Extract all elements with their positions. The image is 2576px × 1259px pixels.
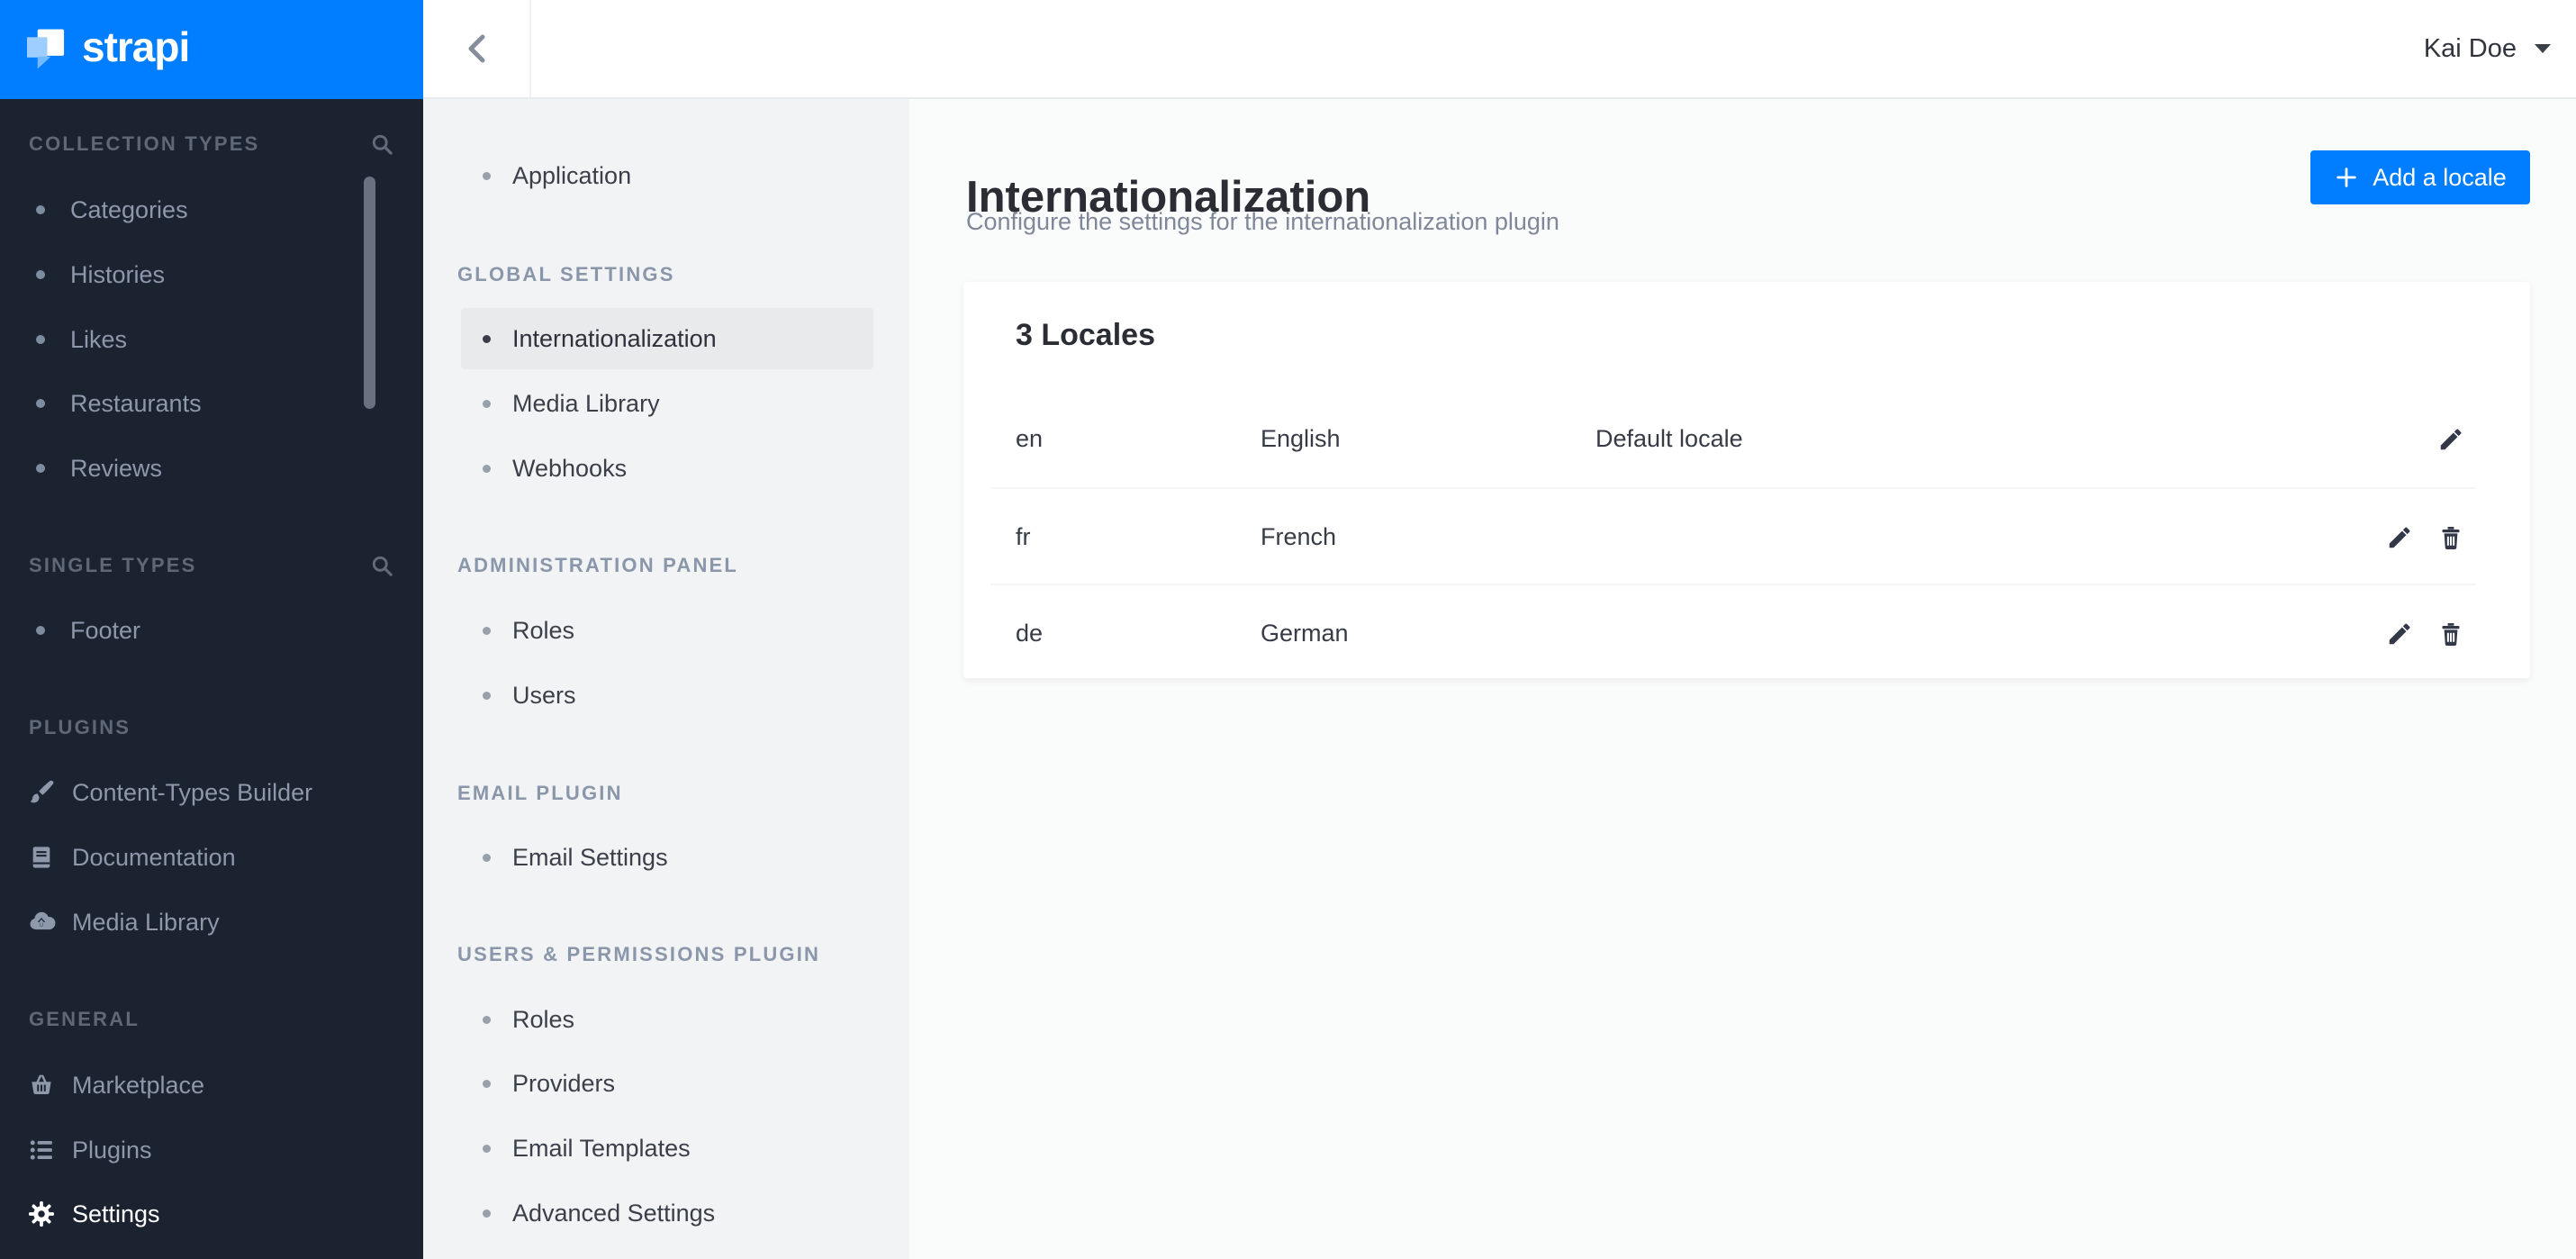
book-icon [27, 843, 56, 872]
section-header-general: GENERAL [29, 1008, 140, 1030]
bullet-icon [36, 205, 45, 214]
settings-nav-item-email-templates[interactable]: Email Templates [423, 1132, 909, 1164]
settings-nav-item-providers[interactable]: Providers [423, 1067, 909, 1100]
main-sidebar: strapi COLLECTION TYPES Categories Histo… [0, 0, 423, 1259]
strapi-logo[interactable]: strapi [0, 0, 423, 99]
locale-code: fr [1016, 523, 1031, 550]
add-locale-label: Add a locale [2373, 163, 2507, 191]
settings-nav-header-email-plugin: EMAIL PLUGIN [457, 782, 623, 804]
settings-nav-header-administration-panel: ADMINISTRATION PANEL [457, 554, 739, 576]
bullet-icon [36, 464, 45, 473]
sidebar-item-marketplace[interactable]: Marketplace [0, 1069, 423, 1101]
plus-icon [2334, 165, 2359, 190]
search-icon[interactable] [370, 554, 394, 578]
delete-locale-button[interactable] [2431, 614, 2471, 654]
user-name: Kai Doe [2423, 33, 2517, 63]
bullet-icon [483, 1209, 491, 1218]
settings-nav-item-email-settings[interactable]: Email Settings [423, 841, 909, 874]
sidebar-item-media-library[interactable]: Media Library [0, 906, 423, 938]
settings-nav-item-application[interactable]: Application [423, 159, 909, 192]
locale-status: Default locale [1595, 425, 1743, 452]
settings-nav-header-users-permissions-plugin: USERS & PERMISSIONS PLUGIN [457, 943, 821, 965]
locale-row-fr: fr French [963, 489, 2530, 585]
back-button[interactable] [423, 0, 531, 97]
settings-nav-item-advanced-settings[interactable]: Advanced Settings [423, 1197, 909, 1229]
locale-actions [2431, 420, 2471, 459]
settings-nav-item-admin-users[interactable]: Users [423, 679, 909, 711]
locale-name: French [1261, 523, 1337, 550]
cloud-upload-icon [27, 908, 56, 937]
strapi-logo-text: strapi [82, 23, 190, 70]
section-header-single-types: SINGLE TYPES [29, 552, 394, 579]
bullet-icon [483, 1079, 491, 1088]
gear-icon [27, 1200, 56, 1228]
sidebar-item-restaurants[interactable]: Restaurants [0, 387, 423, 420]
settings-nav-item-internationalization[interactable]: Internationalization [423, 322, 909, 355]
edit-locale-button[interactable] [2380, 518, 2419, 557]
basket-icon [27, 1071, 56, 1100]
bullet-icon [36, 335, 45, 344]
locale-code: en [1016, 425, 1044, 452]
sidebar-item-histories[interactable]: Histories [0, 258, 423, 291]
brush-icon [27, 778, 56, 807]
bullet-icon [483, 334, 491, 343]
bullet-icon [483, 171, 491, 180]
sidebar-item-likes[interactable]: Likes [0, 323, 423, 356]
bullet-icon [483, 853, 491, 862]
locale-actions [2380, 614, 2471, 654]
user-menu[interactable]: Kai Doe [2424, 0, 2551, 97]
locale-code: de [1016, 620, 1044, 647]
page-subtitle: Configure the settings for the internati… [966, 208, 1559, 235]
locale-name: German [1261, 620, 1349, 647]
locale-actions [2380, 518, 2471, 557]
chevron-left-icon [465, 33, 487, 64]
locale-row-en: en English Default locale [963, 391, 2530, 487]
sidebar-item-settings[interactable]: Settings [0, 1198, 423, 1230]
pencil-icon [2440, 429, 2462, 449]
sidebar-item-reviews[interactable]: Reviews [0, 452, 423, 485]
section-header-collection-types: COLLECTION TYPES [29, 131, 394, 158]
bullet-icon [36, 399, 45, 408]
settings-nav-item-webhooks[interactable]: Webhooks [423, 452, 909, 485]
topbar: Kai Doe [423, 0, 2576, 99]
locale-name: English [1261, 425, 1341, 452]
settings-nav-item-admin-roles[interactable]: Roles [423, 614, 909, 647]
settings-nav: Application GLOBAL SETTINGS Internationa… [423, 99, 909, 1259]
bullet-icon [483, 1144, 491, 1153]
trash-icon [2442, 622, 2460, 646]
locale-row-de: de German [963, 585, 2530, 682]
trash-icon [2442, 526, 2460, 549]
strapi-logo-icon [27, 29, 67, 70]
sidebar-item-plugins[interactable]: Plugins [0, 1134, 423, 1166]
add-locale-button[interactable]: Add a locale [2310, 150, 2530, 204]
bullet-icon [483, 691, 491, 700]
locales-card: 3 Locales en English Default locale fr F… [963, 282, 2530, 678]
settings-nav-item-up-roles[interactable]: Roles [423, 1003, 909, 1036]
caret-down-icon [2535, 43, 2551, 54]
strapi-admin-app: strapi COLLECTION TYPES Categories Histo… [0, 0, 2576, 1259]
sidebar-scrollbar-thumb[interactable] [364, 177, 375, 409]
section-header-plugins: PLUGINS [29, 716, 131, 738]
pencil-icon [2389, 527, 2410, 548]
delete-locale-button[interactable] [2431, 518, 2471, 557]
sidebar-item-categories[interactable]: Categories [0, 194, 423, 226]
edit-locale-button[interactable] [2431, 420, 2471, 459]
bullet-icon [483, 399, 491, 408]
settings-nav-header-global-settings: GLOBAL SETTINGS [457, 263, 675, 285]
sidebar-item-footer[interactable]: Footer [0, 614, 423, 647]
bullet-icon [483, 626, 491, 635]
edit-locale-button[interactable] [2380, 614, 2419, 654]
bullet-icon [483, 1015, 491, 1024]
bullet-icon [36, 270, 45, 279]
sidebar-item-documentation[interactable]: Documentation [0, 841, 423, 874]
pencil-icon [2389, 623, 2410, 644]
sidebar-item-content-types-builder[interactable]: Content-Types Builder [0, 776, 423, 809]
bullet-icon [36, 626, 45, 635]
search-icon[interactable] [370, 132, 394, 157]
locales-card-title: 3 Locales [1016, 318, 1155, 352]
bullet-icon [483, 464, 491, 473]
list-icon [27, 1136, 56, 1164]
settings-nav-item-media-library[interactable]: Media Library [423, 387, 909, 420]
